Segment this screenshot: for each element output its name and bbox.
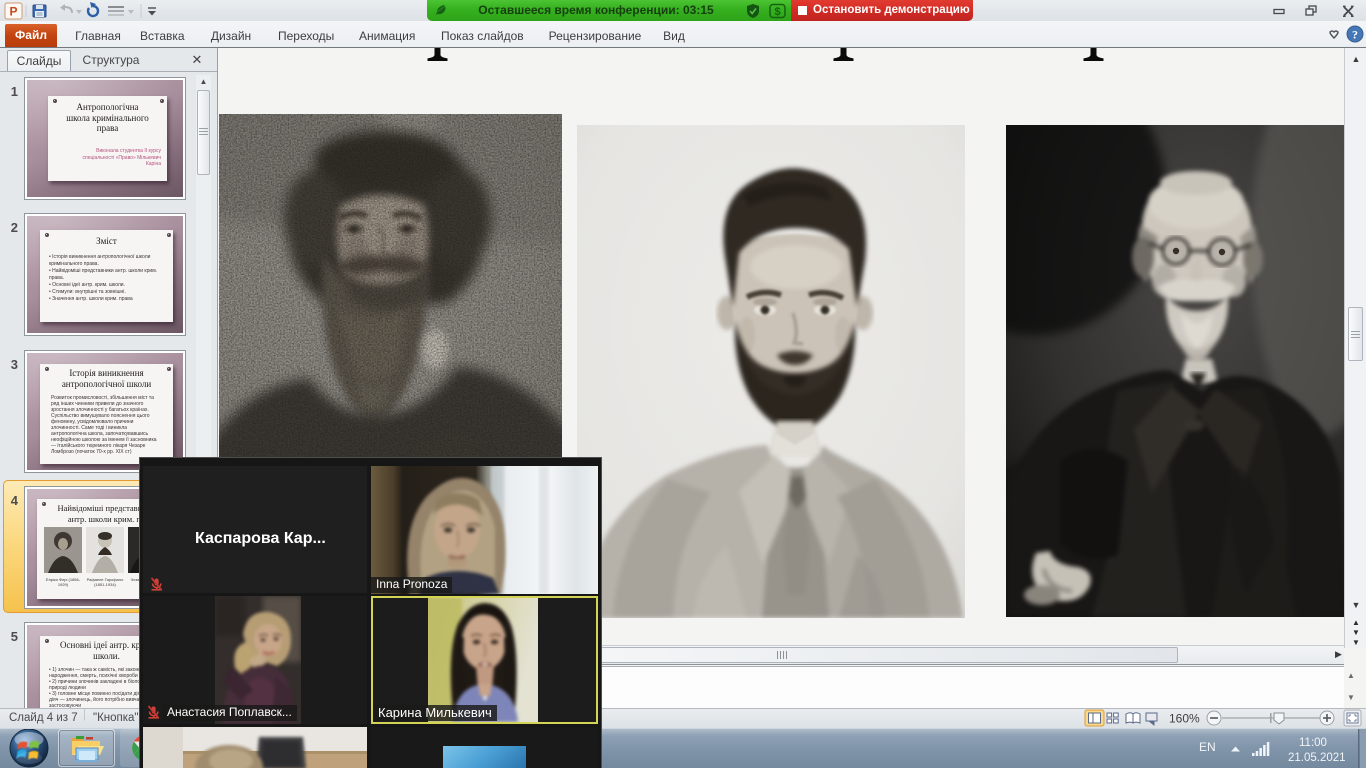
svg-text:$: $ [774,6,780,18]
svg-text:EN: EN [1199,740,1216,754]
svg-text:11:00: 11:00 [1299,737,1327,749]
svg-text:21.05.2021: 21.05.2021 [1288,752,1346,764]
svg-text:160%: 160% [1169,712,1200,726]
svg-text:P: P [9,5,17,19]
svg-text:?: ? [1352,28,1358,42]
